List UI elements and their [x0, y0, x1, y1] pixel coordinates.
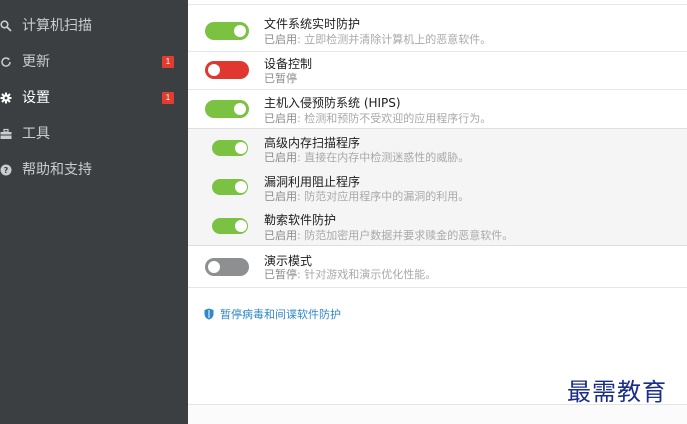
divider	[188, 287, 687, 288]
toggle-knob	[234, 25, 246, 37]
sidebar-item-label: 更新	[22, 54, 50, 70]
toggle-knob	[235, 142, 247, 154]
feature-status: 已暂停	[264, 268, 297, 281]
divider	[188, 4, 687, 5]
sidebar-item-tools[interactable]: 工具	[0, 116, 188, 152]
feature-title: 漏洞利用阻止程序	[264, 175, 361, 189]
feature-status: 已启用	[264, 190, 297, 203]
feature-description: 已暂停	[264, 72, 297, 86]
feature-status: 已启用	[264, 112, 297, 125]
sidebar-item-label: 设置	[22, 90, 50, 106]
pause-protection-link[interactable]: 暂停病毒和间谍软件防护	[204, 306, 341, 322]
toggle-knob	[234, 103, 246, 115]
help-icon: ?	[0, 163, 12, 177]
divider	[188, 89, 687, 90]
settings-badge: 1	[162, 92, 174, 104]
feature-desc: : 立即检测并清除计算机上的恶意软件。	[297, 33, 492, 46]
watermark: 最需教育	[567, 378, 667, 406]
feature-title: 主机入侵预防系统 (HIPS)	[264, 96, 401, 110]
divider	[188, 51, 687, 52]
sidebar-item-computer-scan[interactable]: 计算机扫描	[0, 8, 188, 44]
realtime-protection-toggle[interactable]	[205, 22, 249, 40]
pause-link-label: 暂停病毒和间谍软件防护	[220, 308, 341, 321]
feature-status: 已启用	[264, 151, 297, 164]
feature-description: 已暂停: 针对游戏和演示优化性能。	[264, 268, 436, 282]
feature-description: 已启用: 防范加密用户数据并要求赎金的恶意软件。	[264, 229, 513, 243]
feature-description: 已启用: 检测和预防不受欢迎的应用程序行为。	[264, 112, 491, 126]
sidebar: 计算机扫描 更新 1 设置 1 工具 ? 帮助和支持	[0, 0, 188, 424]
feature-desc: : 防范对应用程序中的漏洞的利用。	[297, 190, 470, 203]
sidebar-item-update[interactable]: 更新 1	[0, 44, 188, 80]
shield-icon	[204, 308, 214, 320]
update-badge: 1	[162, 56, 174, 68]
svg-text:?: ?	[4, 166, 9, 175]
toolbox-icon	[0, 127, 12, 141]
sidebar-item-label: 工具	[22, 126, 50, 142]
toggle-knob	[208, 64, 220, 76]
refresh-icon	[0, 55, 12, 69]
search-icon	[0, 19, 12, 33]
sidebar-item-help[interactable]: ? 帮助和支持	[0, 152, 188, 188]
feature-desc: : 检测和预防不受欢迎的应用程序行为。	[297, 112, 492, 125]
toggle-knob	[208, 261, 220, 273]
feature-description: 已启用: 立即检测并清除计算机上的恶意软件。	[264, 33, 491, 47]
feature-desc: : 直接在内存中检测迷惑性的威胁。	[297, 151, 470, 164]
sidebar-item-label: 帮助和支持	[22, 162, 92, 178]
feature-description: 已启用: 直接在内存中检测迷惑性的威胁。	[264, 151, 469, 165]
feature-status: 已启用	[264, 33, 297, 46]
feature-status: 已暂停	[264, 72, 297, 85]
settings-panel: 文件系统实时防护 已启用: 立即检测并清除计算机上的恶意软件。 设备控制 已暂停…	[188, 0, 687, 424]
toggle-knob	[235, 181, 247, 193]
feature-description: 已启用: 防范对应用程序中的漏洞的利用。	[264, 190, 469, 204]
feature-title: 设备控制	[264, 57, 313, 71]
gear-icon	[0, 91, 12, 105]
toggle-knob	[235, 220, 247, 232]
feature-title: 演示模式	[264, 254, 313, 268]
hips-toggle[interactable]	[205, 100, 249, 118]
feature-title: 文件系统实时防护	[264, 17, 361, 31]
feature-title: 高级内存扫描程序	[264, 136, 361, 150]
memory-scanner-toggle[interactable]	[212, 140, 248, 156]
sidebar-item-label: 计算机扫描	[22, 18, 92, 34]
exploit-blocker-toggle[interactable]	[212, 179, 248, 195]
feature-desc: : 防范加密用户数据并要求赎金的恶意软件。	[297, 229, 514, 242]
ransomware-shield-toggle[interactable]	[212, 218, 248, 234]
presentation-mode-toggle[interactable]	[205, 258, 249, 276]
feature-desc: : 针对游戏和演示优化性能。	[297, 268, 437, 281]
sidebar-item-settings[interactable]: 设置 1	[0, 80, 188, 116]
feature-status: 已启用	[264, 229, 297, 242]
feature-title: 勒索软件防护	[264, 213, 337, 227]
device-control-toggle[interactable]	[205, 61, 249, 79]
